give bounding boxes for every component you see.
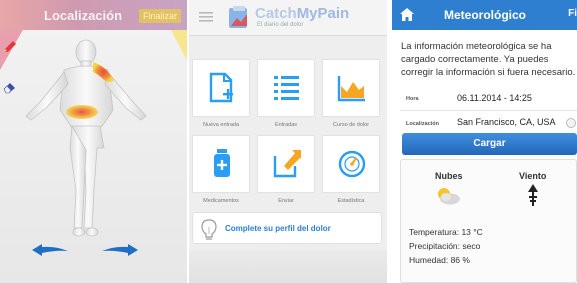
tile-statistics[interactable]	[322, 135, 380, 193]
humidity-value: Humedad: 86 %	[409, 255, 470, 265]
time-field[interactable]: 06.11.2014 - 14:25	[457, 93, 532, 103]
bottom-fade	[189, 250, 387, 283]
location-toggle[interactable]	[566, 118, 576, 128]
status-message: La información meteorológica se ha carga…	[401, 41, 576, 78]
tile-send[interactable]	[257, 135, 315, 193]
rotate-left-icon[interactable]	[30, 243, 70, 257]
tile-label: Estadística	[337, 198, 365, 204]
new-entry-icon	[209, 72, 233, 103]
area-chart-icon	[337, 76, 365, 102]
location-label: Localización	[406, 121, 440, 127]
weather-card: Nubes Viento Temperatura: 13 °C Precipit…	[400, 159, 577, 283]
tile-entries[interactable]	[257, 59, 315, 117]
partly-cloudy-icon	[438, 188, 460, 205]
gauge-icon	[338, 150, 366, 178]
banner-text: Complete su perfil del dolor	[225, 224, 331, 233]
send-icon	[273, 150, 301, 178]
body-figure[interactable]	[0, 0, 187, 283]
app-logo-icon	[229, 6, 247, 28]
app-header: CatchMyPain El diario del dolor	[189, 0, 387, 36]
tile-pain-course[interactable]	[322, 59, 380, 117]
location-field[interactable]: San Francisco, CA, USA	[457, 117, 565, 127]
finish-button[interactable]: Fi	[568, 8, 577, 19]
weather-screen: Meteorológico Fi La información meteorol…	[392, 0, 577, 283]
tile-label: Enviar	[278, 198, 294, 204]
page-title: Meteorológico	[444, 8, 527, 22]
pain-area-lower-back	[66, 105, 98, 119]
lightbulb-icon	[201, 219, 217, 240]
time-label: Hora	[406, 96, 419, 102]
wind-direction-icon	[528, 184, 538, 206]
complete-profile-banner[interactable]: Complete su perfil del dolor	[192, 212, 382, 244]
wind-label: Viento	[519, 171, 547, 181]
rotate-right-icon[interactable]	[100, 243, 140, 257]
app-tagline: El diario del dolor	[257, 22, 304, 28]
home-icon[interactable]	[400, 8, 414, 21]
app-brand: CatchMyPain	[255, 5, 350, 22]
divider	[400, 110, 577, 111]
clouds-label: Nubes	[435, 171, 463, 181]
tile-medication[interactable]	[192, 135, 250, 193]
precipitation-value: Precipitación: seco	[409, 241, 481, 251]
tile-label: Nueva entrada	[202, 122, 240, 128]
tile-label: Medicamentos	[203, 198, 239, 204]
menu-icon[interactable]	[199, 12, 213, 22]
load-button[interactable]: Cargar	[402, 133, 577, 155]
temperature-value: Temperatura: 13 °C	[409, 227, 483, 237]
medication-icon	[214, 149, 230, 177]
tile-label: Curso de dolor	[332, 122, 370, 128]
home-screen: CatchMyPain El diario del dolor Nueva en…	[189, 0, 387, 283]
screen-header: Meteorológico Fi	[392, 0, 577, 30]
list-icon	[274, 76, 299, 100]
tile-label: Entradas	[274, 122, 297, 128]
body-map-screen: Localización Finalizar	[0, 0, 187, 283]
tile-new-entry[interactable]	[192, 59, 250, 117]
